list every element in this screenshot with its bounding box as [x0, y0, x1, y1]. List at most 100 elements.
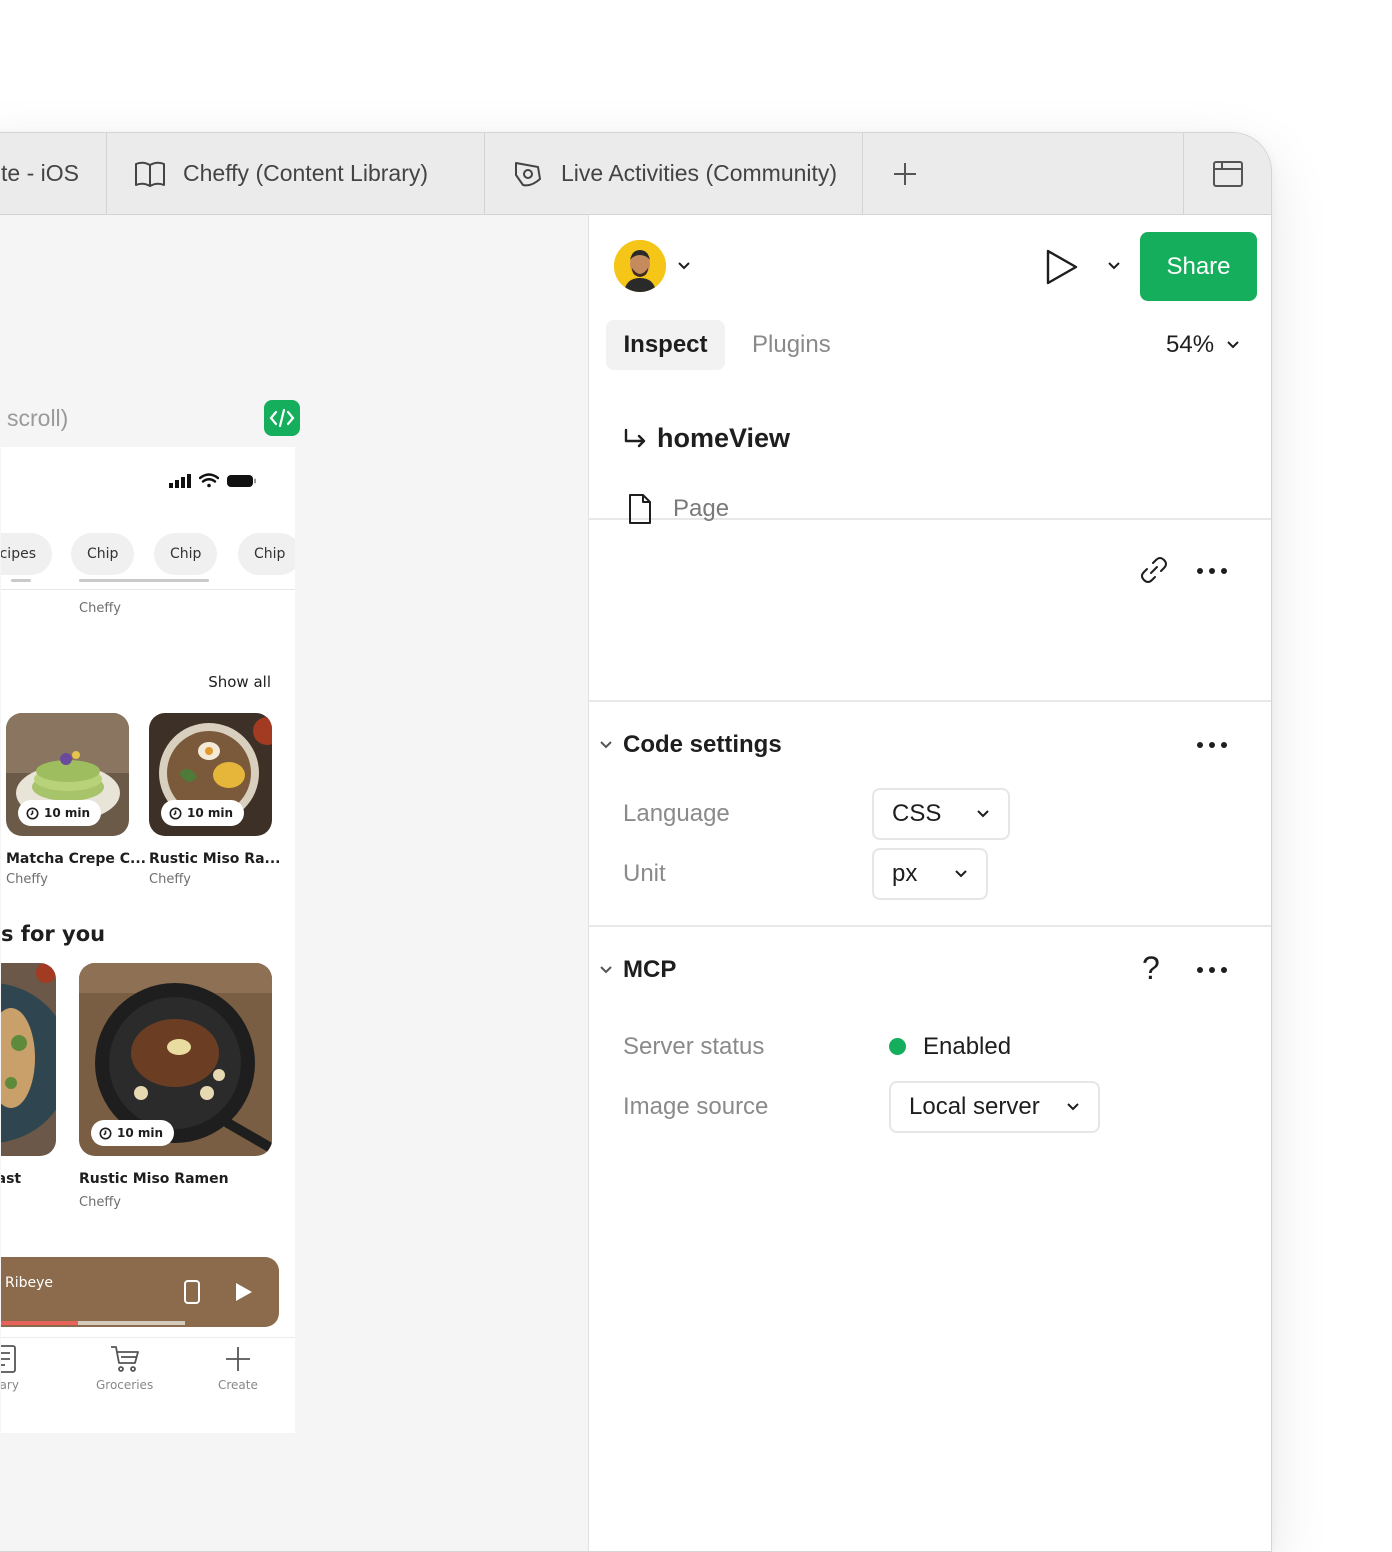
window-icon: [1212, 160, 1243, 187]
image-source-label: Image source: [623, 1093, 769, 1120]
status-bar: [169, 473, 257, 488]
play-icon[interactable]: [234, 1281, 254, 1303]
code-icon: [269, 408, 295, 428]
playback-progress-fill: [1, 1321, 79, 1325]
return-arrow-icon: [624, 428, 646, 447]
plus-icon: [225, 1347, 250, 1371]
divider: [589, 700, 1271, 702]
recipe-author: Cheffy: [6, 872, 48, 887]
chevron-down-icon: [1067, 1103, 1079, 1111]
chip[interactable]: Chip: [154, 533, 218, 575]
playback-progress[interactable]: [1, 1321, 185, 1325]
tab-file-ios[interactable]: te - iOS: [0, 133, 107, 214]
mcp-title[interactable]: MCP: [623, 956, 676, 984]
clipped-text: [1, 576, 295, 588]
library-icon: [1, 1345, 16, 1373]
inspect-panel: Share Inspect Plugins 54% homeView Page …: [588, 215, 1271, 1551]
recipe-author: Cheffy: [79, 601, 121, 616]
chip[interactable]: Chip: [238, 533, 295, 575]
more-options-icon[interactable]: [1197, 742, 1227, 748]
time-badge: 10 min: [161, 800, 245, 826]
signal-icon: [169, 473, 191, 488]
chip-row: ecipes Chip Chip Chip: [1, 533, 295, 575]
recipe-thumbnail[interactable]: 10 min: [6, 713, 129, 836]
tab-label: Live Activities (Community): [561, 160, 838, 186]
chevron-down-icon[interactable]: [599, 965, 613, 975]
clock-icon: [99, 1127, 112, 1139]
status-dot: [889, 1038, 906, 1055]
battery-icon: [227, 474, 256, 487]
layer-name: homeView: [623, 423, 790, 454]
avatar[interactable]: [614, 240, 666, 292]
frame-label[interactable]: scroll): [7, 405, 68, 432]
recipe-title: Rustic Miso Ra...: [149, 851, 281, 867]
nav-label: brary: [1, 1378, 19, 1392]
tab-file-live-activities[interactable]: Live Activities (Community): [485, 133, 863, 214]
unit-select[interactable]: px: [872, 848, 988, 900]
user-avatar-image: [614, 240, 666, 292]
now-playing-title: Ribeye: [5, 1275, 54, 1291]
layer-type-text: Page: [673, 495, 730, 522]
more-options-icon[interactable]: [1197, 568, 1227, 574]
time-text: 10 min: [117, 1126, 164, 1140]
nav-label: Create: [218, 1378, 258, 1392]
nav-item-library[interactable]: brary: [1, 1344, 19, 1392]
tab-file-cheffy[interactable]: Cheffy (Content Library): [107, 133, 485, 214]
code-settings-title[interactable]: Code settings: [623, 731, 782, 759]
nav-label: Groceries: [96, 1378, 154, 1392]
zoom-value: 54%: [1166, 331, 1215, 358]
panel-toggle-button[interactable]: [1183, 133, 1271, 214]
divider: [589, 925, 1271, 927]
chevron-down-icon[interactable]: [677, 261, 691, 271]
cart-icon: [110, 1346, 139, 1372]
unit-label: Unit: [623, 860, 666, 887]
unit-value: px: [892, 860, 918, 887]
server-status-label: Server status: [623, 1033, 765, 1060]
recipe-thumbnail[interactable]: [1, 963, 56, 1156]
nav-item-groceries[interactable]: Groceries: [96, 1344, 153, 1392]
page-icon: [629, 494, 651, 524]
play-icon[interactable]: [1045, 248, 1079, 286]
tab-label: Cheffy (Content Library): [183, 160, 429, 186]
chip[interactable]: ecipes: [1, 533, 52, 575]
server-status-value: Enabled: [923, 1033, 1012, 1060]
tab-inspect[interactable]: Inspect: [606, 320, 725, 370]
more-options-icon[interactable]: [1197, 967, 1227, 973]
time-badge: 10 min: [18, 800, 102, 826]
chevron-down-icon[interactable]: [1107, 261, 1121, 271]
recipe-title: oast: [1, 1171, 22, 1187]
image-source-value: Local server: [909, 1093, 1040, 1120]
chevron-down-icon: [955, 870, 967, 878]
tab-label: te - iOS: [1, 160, 79, 186]
share-button[interactable]: Share: [1140, 232, 1257, 301]
chevron-down-icon[interactable]: [599, 740, 613, 750]
phone-icon[interactable]: [183, 1279, 201, 1305]
section-heading: s for you: [1, 922, 106, 946]
nav-item-create[interactable]: Create: [218, 1344, 258, 1392]
language-label: Language: [623, 800, 730, 827]
chevron-down-icon: [1227, 341, 1239, 349]
design-canvas[interactable]: scroll) ecipes Chip Chip Chip Cheffy: [0, 215, 588, 1551]
zoom-dropdown[interactable]: 54%: [1166, 331, 1240, 359]
bottom-nav: brary Groceries Create: [1, 1337, 295, 1433]
link-icon[interactable]: [1139, 555, 1169, 585]
recipe-title: Rustic Miso Ramen: [79, 1171, 229, 1187]
show-all-link[interactable]: Show all: [208, 673, 271, 691]
now-playing-bar[interactable]: Ribeye: [1, 1257, 279, 1327]
new-tab-button[interactable]: [863, 133, 947, 214]
clock-icon: [169, 807, 182, 819]
recipe-author: Cheffy: [149, 872, 191, 887]
divider: [1, 589, 295, 590]
language-select[interactable]: CSS: [872, 788, 1010, 840]
recipe-thumbnail[interactable]: 10 min: [79, 963, 272, 1156]
chip[interactable]: Chip: [71, 533, 135, 575]
dev-mode-badge[interactable]: [264, 400, 300, 436]
tab-plugins[interactable]: Plugins: [752, 331, 831, 359]
community-file-icon: [515, 161, 541, 186]
phone-frame[interactable]: ecipes Chip Chip Chip Cheffy Show all: [1, 447, 295, 1433]
layer-type-row: Page: [627, 493, 729, 525]
image-source-select[interactable]: Local server: [889, 1081, 1100, 1133]
recipe-thumbnail[interactable]: 10 min: [149, 713, 272, 836]
app-window: te - iOS Cheffy (Content Library) Live A…: [0, 132, 1272, 1552]
help-icon[interactable]: ?: [1142, 950, 1160, 987]
